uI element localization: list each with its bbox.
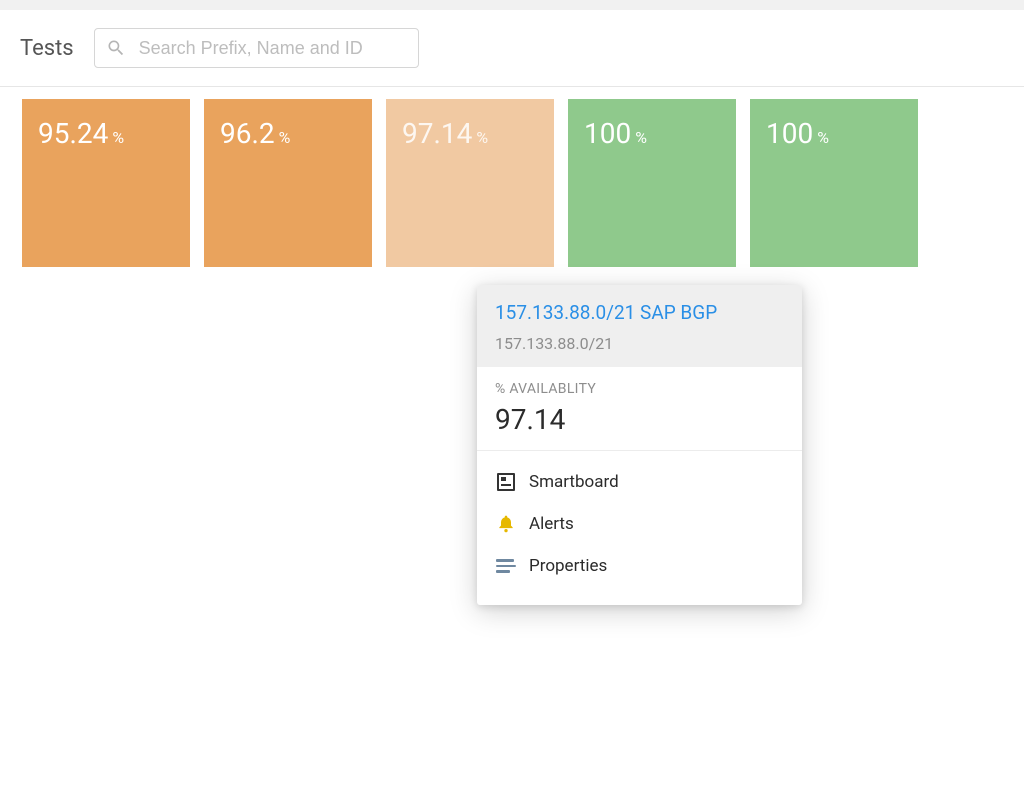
window-top-strip: [0, 0, 1024, 10]
tile-value: 100: [584, 117, 631, 150]
availability-tile[interactable]: 100%: [750, 99, 918, 267]
tile-value: 96.2: [220, 117, 275, 150]
header-bar: Tests: [0, 10, 1024, 87]
action-label: Alerts: [529, 514, 574, 534]
availability-tile[interactable]: 95.24%: [22, 99, 190, 267]
properties-icon: [495, 555, 517, 577]
tile-unit: %: [112, 128, 124, 147]
metric-value: 97.14: [495, 403, 784, 436]
search-field-wrap: [94, 28, 419, 68]
popover-subtitle: 157.133.88.0/21: [495, 334, 784, 353]
popover-header: 157.133.88.0/21 SAP BGP 157.133.88.0/21: [477, 285, 802, 367]
availability-tile[interactable]: 96.2%: [204, 99, 372, 267]
page-title: Tests: [20, 36, 74, 61]
search-input[interactable]: [94, 28, 419, 68]
availability-tile[interactable]: 97.14%: [386, 99, 554, 267]
tile-unit: %: [635, 128, 647, 147]
tile-unit: %: [817, 128, 829, 147]
action-label: Smartboard: [529, 472, 619, 492]
properties-action[interactable]: Properties: [495, 545, 784, 587]
action-label: Properties: [529, 556, 607, 576]
smartboard-action[interactable]: Smartboard: [495, 461, 784, 503]
tile-value: 97.14: [402, 117, 472, 150]
metric-label: % AVAILABLITY: [495, 381, 784, 397]
popover-metric: % AVAILABLITY 97.14: [477, 367, 802, 451]
bell-icon: [495, 513, 517, 535]
availability-tile[interactable]: 100%: [568, 99, 736, 267]
tile-value: 95.24: [38, 117, 108, 150]
alerts-action[interactable]: Alerts: [495, 503, 784, 545]
search-icon: [106, 38, 126, 58]
tile-popover: 157.133.88.0/21 SAP BGP 157.133.88.0/21 …: [477, 285, 802, 605]
popover-actions: Smartboard Alerts Properties: [477, 451, 802, 605]
tile-unit: %: [279, 128, 291, 147]
smartboard-icon: [495, 471, 517, 493]
tile-unit: %: [476, 128, 488, 147]
popover-title-link[interactable]: 157.133.88.0/21 SAP BGP: [495, 301, 784, 324]
tiles-row: 95.24% 96.2% 97.14% 100% 100%: [0, 87, 1024, 279]
tile-value: 100: [766, 117, 813, 150]
